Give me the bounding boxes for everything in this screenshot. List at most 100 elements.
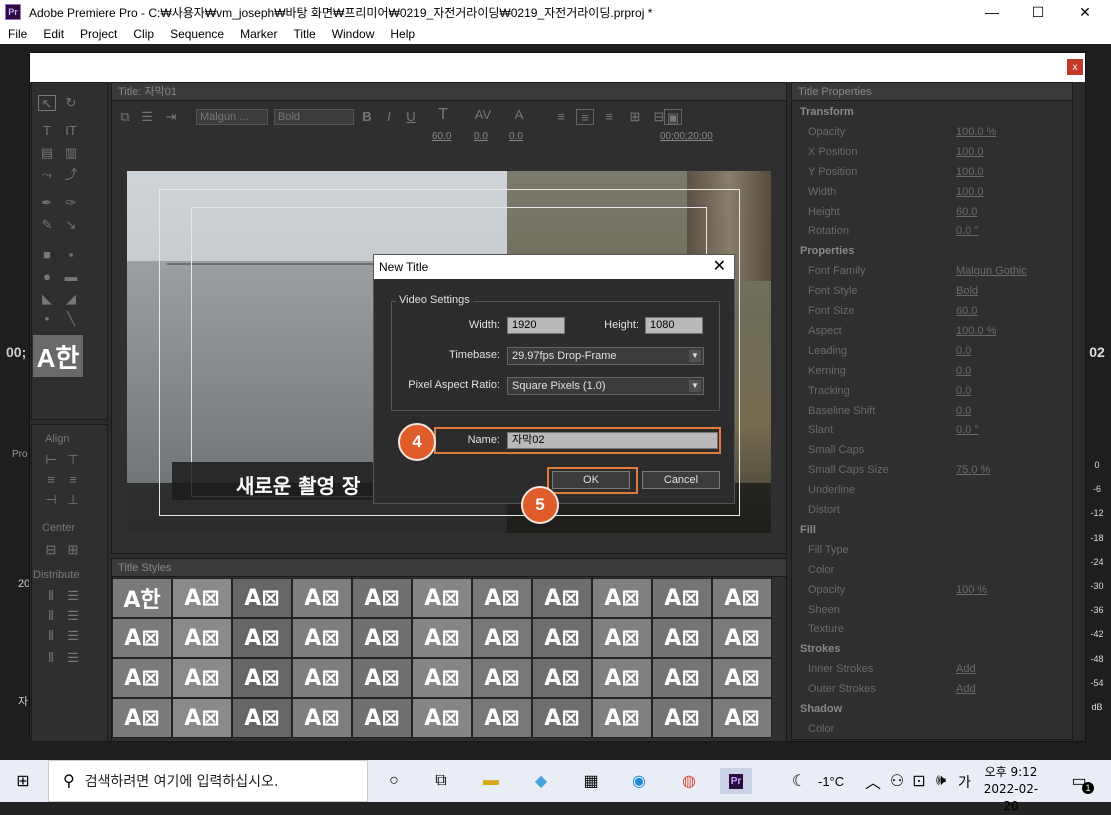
distribute-vcenter-icon[interactable]: ☰: [64, 608, 82, 624]
property-row[interactable]: Outer Strokes Add: [792, 680, 1072, 700]
add-anchor-tool-icon[interactable]: ✎: [38, 217, 56, 233]
distribute-right-icon[interactable]: ⫴: [42, 628, 60, 644]
italic-icon[interactable]: I: [380, 109, 398, 125]
menu-project[interactable]: Project: [72, 27, 125, 41]
property-row[interactable]: Tracking 0.0: [792, 382, 1072, 402]
property-value[interactable]: Bold: [956, 285, 978, 297]
ok-button[interactable]: OK: [552, 471, 630, 489]
align-center-text-icon[interactable]: ≡: [576, 109, 594, 125]
title-style-swatch[interactable]: A⊠: [292, 698, 352, 738]
property-value[interactable]: 0.0: [956, 365, 971, 377]
task-view-icon[interactable]: ⧉: [428, 768, 454, 794]
close-window-button[interactable]: ✕: [1062, 0, 1108, 24]
property-section[interactable]: Strokes: [792, 640, 1072, 660]
vertical-path-type-tool-icon[interactable]: ⤴: [62, 167, 80, 183]
underline-icon[interactable]: U: [402, 109, 420, 125]
distribute-top-icon[interactable]: ☰: [64, 588, 82, 604]
property-row[interactable]: Color: [792, 720, 1072, 739]
title-style-swatch[interactable]: A⊠: [532, 618, 592, 658]
title-style-swatch[interactable]: A⊠: [592, 698, 652, 738]
maximize-button[interactable]: ☐: [1015, 0, 1061, 24]
menu-edit[interactable]: Edit: [35, 27, 72, 41]
title-style-swatch[interactable]: A⊠: [712, 618, 772, 658]
title-properties-tab[interactable]: Title Properties: [792, 83, 1072, 101]
title-style-swatch[interactable]: A⊠: [352, 698, 412, 738]
pixel-aspect-ratio-select[interactable]: Square Pixels (1.0) ▼: [507, 377, 704, 395]
property-value[interactable]: 100.0: [956, 146, 984, 158]
title-style-swatch[interactable]: A⊠: [232, 658, 292, 698]
align-top-icon[interactable]: ⊤: [64, 452, 82, 468]
property-section[interactable]: Fill: [792, 521, 1072, 541]
cancel-button[interactable]: Cancel: [642, 471, 720, 489]
background-timecode[interactable]: 00;00;20;00: [660, 131, 713, 142]
width-input[interactable]: 1920: [507, 317, 565, 334]
title-style-swatch[interactable]: A⊠: [172, 618, 232, 658]
property-row[interactable]: Height 60.0: [792, 203, 1072, 223]
subtitle-text[interactable]: 새로운 촬영 장: [236, 470, 376, 499]
property-row[interactable]: Slant 0.0 °: [792, 421, 1072, 441]
property-value[interactable]: 100.0 %: [956, 126, 996, 138]
rectangle-tool-icon[interactable]: ■: [38, 247, 56, 263]
volume-icon[interactable]: 🕪: [928, 768, 954, 794]
property-value[interactable]: 60.0: [956, 305, 977, 317]
title-style-swatch[interactable]: A⊠: [232, 698, 292, 738]
property-value[interactable]: Malgun Gothic: [956, 265, 1027, 277]
title-designer-close-button[interactable]: x: [1067, 59, 1083, 75]
weather-temperature[interactable]: -1°C: [818, 774, 844, 789]
property-row[interactable]: Kerning 0.0: [792, 362, 1072, 382]
delete-anchor-tool-icon[interactable]: ✑: [62, 195, 80, 211]
distribute-hspace-icon[interactable]: ⫴: [42, 650, 60, 666]
timebase-select[interactable]: 29.97fps Drop-Frame ▼: [507, 347, 704, 365]
property-value[interactable]: 100.0 %: [956, 325, 996, 337]
title-style-swatch[interactable]: A⊠: [652, 618, 712, 658]
cortana-icon[interactable]: ○: [381, 768, 407, 794]
ellipse-small-tool-icon[interactable]: •: [38, 311, 56, 327]
property-row[interactable]: Color: [792, 561, 1072, 581]
notification-center-icon[interactable]: ▭ 1: [1066, 768, 1094, 794]
font-family-dropdown[interactable]: Malgun ...: [196, 109, 268, 125]
property-row[interactable]: Texture: [792, 620, 1072, 640]
property-value[interactable]: 75.0 %: [956, 464, 990, 476]
title-style-swatch[interactable]: A⊠: [112, 618, 172, 658]
property-row[interactable]: Sheen: [792, 601, 1072, 621]
taskbar-clock[interactable]: 오후 9:12 2022-02-20: [978, 764, 1044, 815]
property-row[interactable]: Leading 0.0: [792, 342, 1072, 362]
align-left-text-icon[interactable]: ≡: [552, 109, 570, 125]
property-value[interactable]: 0.0: [956, 405, 971, 417]
property-value[interactable]: 100.0: [956, 186, 984, 198]
menu-clip[interactable]: Clip: [125, 27, 162, 41]
property-value[interactable]: 0.0: [956, 345, 971, 357]
clipped-corner-tool-icon[interactable]: ▪: [62, 247, 80, 263]
property-value[interactable]: Add: [956, 683, 976, 695]
line-tool-icon[interactable]: ╲: [62, 311, 80, 327]
arc-tool-icon[interactable]: ◢: [62, 291, 80, 307]
selection-tool-icon[interactable]: ↖: [38, 95, 56, 111]
font-size-value[interactable]: 60.0: [432, 131, 451, 142]
minimize-button[interactable]: —: [969, 0, 1015, 24]
property-row[interactable]: X Position 100.0: [792, 143, 1072, 163]
title-style-swatch[interactable]: A⊠: [652, 578, 712, 618]
property-value[interactable]: 100 %: [956, 584, 987, 596]
title-style-swatch[interactable]: A⊠: [472, 698, 532, 738]
property-row[interactable]: Width 100.0: [792, 183, 1072, 203]
property-row[interactable]: Rotation 0.0 °: [792, 222, 1072, 242]
title-style-swatch[interactable]: A⊠: [172, 658, 232, 698]
vertical-type-tool-icon[interactable]: IT: [62, 123, 80, 139]
property-row[interactable]: Small Caps Size 75.0 %: [792, 461, 1072, 481]
background-video-icon[interactable]: ▣: [664, 109, 682, 125]
property-row[interactable]: Fill Type: [792, 541, 1072, 561]
property-row[interactable]: Underline: [792, 481, 1072, 501]
title-style-swatch[interactable]: A⊠: [412, 578, 472, 618]
rounded-rect-tool-icon[interactable]: ▬: [62, 269, 80, 285]
file-explorer-icon[interactable]: ▬: [478, 768, 504, 794]
center-horizontal-icon[interactable]: ⊟: [42, 542, 60, 558]
property-value[interactable]: 100.0: [956, 166, 984, 178]
align-right-icon[interactable]: ⊣: [42, 492, 60, 508]
title-style-swatch[interactable]: A⊠: [712, 698, 772, 738]
taskbar-search-box[interactable]: ⚲ 검색하려면 여기에 입력하십시오.: [48, 760, 368, 802]
menu-marker[interactable]: Marker: [232, 27, 285, 41]
roll-crawl-icon[interactable]: ☰: [138, 109, 156, 125]
edge-browser-icon[interactable]: ◉: [626, 768, 652, 794]
title-styles-tab[interactable]: Title Styles: [112, 559, 786, 577]
menu-sequence[interactable]: Sequence: [162, 27, 232, 41]
